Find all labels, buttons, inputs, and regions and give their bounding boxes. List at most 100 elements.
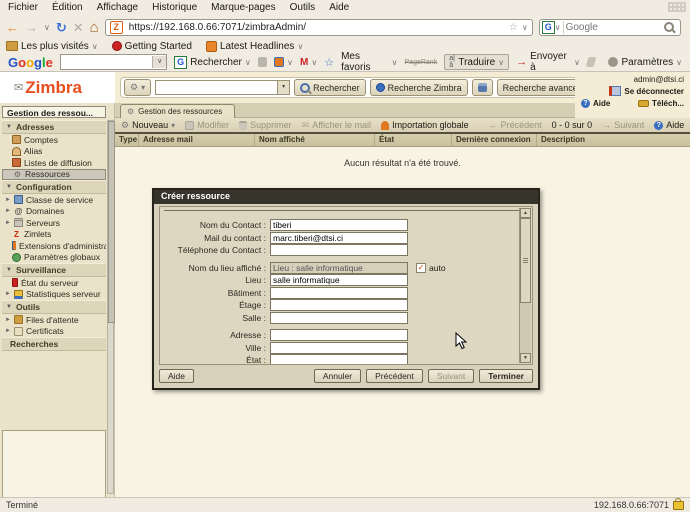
column-nom-affiche[interactable]: Nom affiché bbox=[255, 134, 375, 146]
sidebar-item-comptes[interactable]: Comptes bbox=[2, 134, 106, 146]
url-input[interactable] bbox=[127, 21, 505, 34]
column-derniere-connexion[interactable]: Dernière connexion bbox=[452, 134, 537, 146]
tab-gestion-des-ressources[interactable]: ⚙ Gestion des ressources bbox=[120, 104, 235, 118]
bookmark-getting-started[interactable]: Getting Started bbox=[112, 41, 192, 52]
edit-button[interactable]: Modifier bbox=[185, 120, 229, 130]
logout-link[interactable]: Se déconnecter bbox=[581, 86, 684, 96]
sidebar-item-zimlets[interactable]: Z Zimlets bbox=[2, 229, 106, 241]
search-engine-selector[interactable]: G ∨ bbox=[540, 21, 564, 34]
section-surveillance[interactable]: ▼ Surveillance bbox=[2, 263, 106, 277]
history-dropdown-icon[interactable]: ∨ bbox=[44, 23, 50, 32]
sidebar-item-extensions-administration[interactable]: Extensions d'administration bbox=[2, 240, 106, 252]
send-to-button[interactable]: → Envoyer à ∨ bbox=[516, 51, 580, 73]
star-icon[interactable]: ☆ bbox=[324, 56, 334, 69]
sidebar-item-listes-de-diffusion[interactable]: Listes de diffusion bbox=[2, 157, 106, 169]
google-search-input[interactable]: ∨ bbox=[60, 54, 167, 70]
menu-fichier[interactable]: Fichier bbox=[8, 2, 38, 13]
pagerank-widget[interactable]: PageRank bbox=[405, 59, 438, 66]
column-etat[interactable]: État bbox=[375, 134, 452, 146]
combo-dropdown-icon[interactable]: ∨ bbox=[152, 56, 166, 68]
finish-button[interactable]: Terminer bbox=[479, 369, 533, 383]
spellcheck-icon[interactable] bbox=[258, 57, 267, 67]
contact-name-field[interactable] bbox=[270, 219, 408, 231]
section-configuration[interactable]: ▼ Configuration bbox=[2, 180, 106, 194]
delete-button[interactable]: Supprimer bbox=[239, 120, 292, 130]
settings-button[interactable]: Paramètres ∨ bbox=[608, 57, 682, 68]
contact-mail-field[interactable] bbox=[270, 232, 408, 244]
url-bar[interactable]: Z ☆ ∨ bbox=[105, 19, 533, 36]
expand-icon[interactable]: ► bbox=[5, 220, 11, 226]
menu-marque-pages[interactable]: Marque-pages bbox=[211, 2, 275, 13]
sidebar-item-statistiques-serveur[interactable]: ► Statistiques serveur bbox=[2, 289, 106, 301]
column-description[interactable]: Description bbox=[537, 134, 690, 146]
state-field[interactable] bbox=[270, 354, 408, 365]
floor-field[interactable] bbox=[270, 299, 408, 311]
scrollbar-thumb[interactable] bbox=[108, 121, 115, 323]
bookmark-most-visited[interactable]: Les plus visités ∨ bbox=[6, 41, 98, 52]
sidebar-item-serveurs[interactable]: ► Serveurs bbox=[2, 217, 106, 229]
search-type-button[interactable]: ⚙ ▾ bbox=[124, 79, 151, 96]
contact-phone-field[interactable] bbox=[270, 244, 408, 256]
stop-icon[interactable]: ✕ bbox=[73, 21, 84, 34]
view-mail-button[interactable]: ✉ Afficher le mail bbox=[302, 120, 371, 131]
sidebar-item-ressources[interactable]: ⚙ Ressources bbox=[2, 169, 106, 181]
city-field[interactable] bbox=[270, 342, 408, 354]
expand-icon[interactable]: ► bbox=[5, 328, 11, 334]
auto-checkbox[interactable]: ✓ bbox=[416, 263, 426, 273]
location-field[interactable] bbox=[270, 274, 408, 286]
section-recherches[interactable]: Recherches bbox=[2, 337, 106, 351]
web-search-box[interactable]: G ∨ bbox=[539, 19, 681, 36]
sidebar-item-alias[interactable]: Alias bbox=[2, 146, 106, 158]
auto-checkbox-group[interactable]: ✓ auto bbox=[416, 263, 446, 273]
toolbar-help-button[interactable]: ? Aide bbox=[654, 120, 684, 130]
gmail-widget[interactable]: M ∨ bbox=[300, 57, 317, 68]
url-dropdown-icon[interactable]: ∨ bbox=[522, 23, 528, 32]
dialog-title[interactable]: Créer ressource bbox=[154, 190, 538, 204]
bookmark-star-icon[interactable]: ☆ bbox=[509, 22, 518, 33]
translate-button[interactable]: a|â Traduire ∨ bbox=[444, 54, 509, 70]
global-import-button[interactable]: Importation globale bbox=[381, 120, 469, 130]
room-field[interactable] bbox=[270, 312, 408, 324]
scroll-up-icon[interactable]: ▲ bbox=[520, 208, 531, 218]
scroll-down-icon[interactable]: ▼ bbox=[520, 353, 531, 363]
download-link[interactable]: Téléch... bbox=[638, 99, 684, 108]
highlighter-icon[interactable] bbox=[586, 57, 596, 67]
expand-icon[interactable]: ► bbox=[5, 291, 11, 297]
sidebar-item-certificats[interactable]: ► Certificats bbox=[2, 326, 106, 338]
building-field[interactable] bbox=[270, 287, 408, 299]
forward-icon[interactable]: → bbox=[25, 21, 38, 34]
sidebar-scrollbar[interactable] bbox=[107, 120, 114, 494]
search-button[interactable]: Rechercher bbox=[294, 79, 366, 96]
scrollbar-thumb[interactable] bbox=[520, 218, 531, 303]
expand-icon[interactable]: ► bbox=[5, 317, 11, 323]
dialog-scrollbar[interactable]: ▲ ▼ bbox=[519, 208, 531, 363]
zimbra-search-input[interactable] bbox=[156, 82, 277, 94]
prev-page-button[interactable]: ← Précédent bbox=[489, 120, 542, 130]
back-icon[interactable]: ← bbox=[6, 21, 19, 34]
web-search-input[interactable] bbox=[564, 21, 664, 34]
reload-icon[interactable]: ↻ bbox=[56, 21, 67, 34]
search-zimbra-button[interactable]: Recherche Zimbra bbox=[370, 79, 468, 96]
save-search-button[interactable] bbox=[472, 79, 493, 96]
sidebar-item-etat-du-serveur[interactable]: État du serveur bbox=[2, 277, 106, 289]
next-button[interactable]: Suivant bbox=[428, 369, 474, 383]
next-page-button[interactable]: → Suivant bbox=[602, 120, 644, 130]
sidebar-item-files-attente[interactable]: ► Files d'attente bbox=[2, 314, 106, 326]
menu-edition[interactable]: Édition bbox=[52, 2, 83, 13]
google-search-button[interactable]: G Rechercher ∨ bbox=[174, 56, 251, 69]
search-history-dropdown-icon[interactable]: ▾ bbox=[277, 81, 289, 94]
expand-icon[interactable]: ► bbox=[5, 197, 11, 203]
menu-outils[interactable]: Outils bbox=[290, 2, 316, 13]
bookmark-latest-headlines[interactable]: Latest Headlines ∨ bbox=[206, 41, 303, 52]
search-magnifier-icon[interactable] bbox=[664, 22, 674, 32]
bookmarks-widget[interactable]: ∨ bbox=[274, 57, 293, 67]
favorites-button[interactable]: Mes favoris ∨ bbox=[341, 51, 397, 73]
section-adresses[interactable]: ▼ Adresses bbox=[2, 120, 106, 134]
sidebar-item-parametres-globaux[interactable]: Paramètres globaux bbox=[2, 252, 106, 264]
cancel-button[interactable]: Annuler bbox=[314, 369, 361, 383]
new-button[interactable]: ⚙ Nouveau ▾ bbox=[121, 120, 175, 131]
dialog-help-button[interactable]: Aide bbox=[159, 369, 194, 383]
column-type[interactable]: Type bbox=[115, 134, 139, 146]
section-outils[interactable]: ▼ Outils bbox=[2, 300, 106, 314]
sidebar-item-domaines[interactable]: ► @ Domaines bbox=[2, 206, 106, 218]
